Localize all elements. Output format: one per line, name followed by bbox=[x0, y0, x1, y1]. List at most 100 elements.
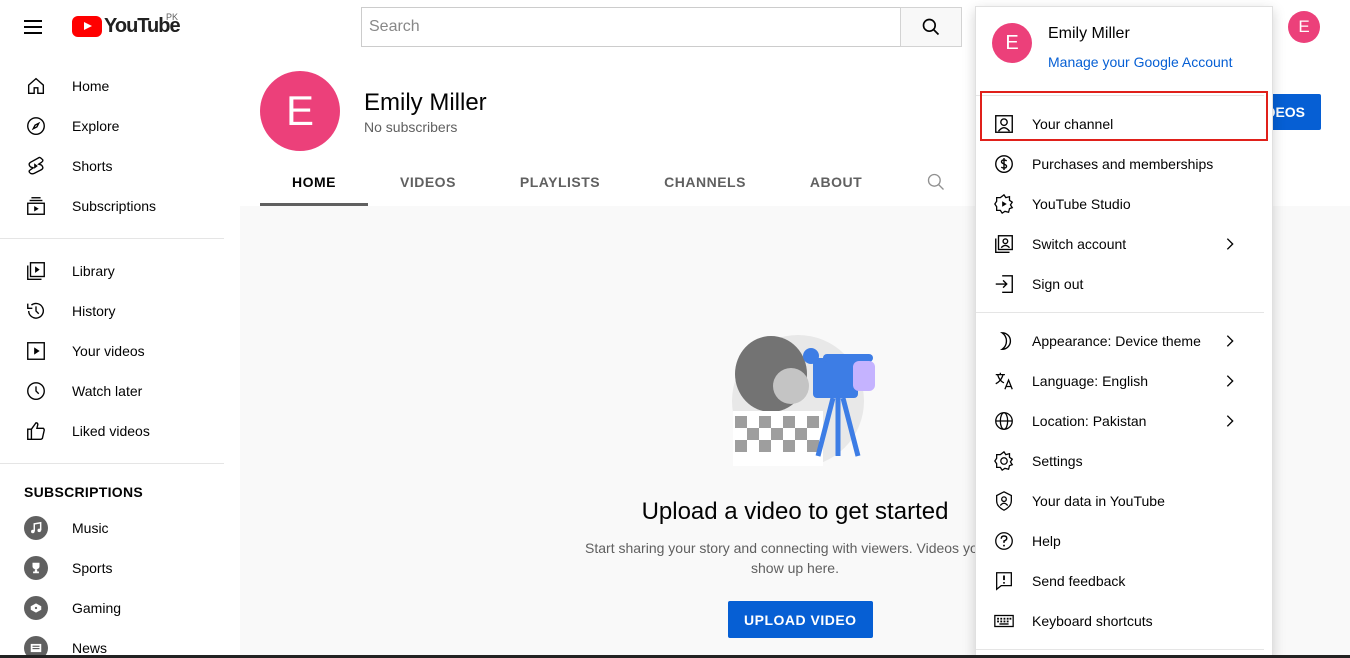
menu-item-label: Sign out bbox=[1032, 276, 1084, 292]
sidebar-item-gaming[interactable]: Gaming bbox=[0, 588, 240, 628]
shorts-icon bbox=[24, 154, 48, 178]
globe-icon bbox=[992, 409, 1016, 433]
subscriptions-icon bbox=[24, 194, 48, 218]
menu-divider bbox=[976, 312, 1264, 313]
sidebar-item-watch-later[interactable]: Watch later bbox=[0, 371, 240, 411]
sidebar-item-label: News bbox=[72, 640, 108, 656]
dollar-icon bbox=[992, 152, 1016, 176]
menu-item-label: Keyboard shortcuts bbox=[1032, 613, 1153, 629]
gamepad-icon bbox=[24, 596, 48, 620]
sidebar-item-label: Library bbox=[72, 263, 115, 279]
menu-item-help[interactable]: Help bbox=[976, 521, 1272, 561]
menu-item-send-feedback[interactable]: Send feedback bbox=[976, 561, 1272, 601]
upload-video-button[interactable]: UPLOAD VIDEO bbox=[728, 601, 873, 638]
sidebar-item-label: History bbox=[72, 303, 116, 319]
menu-item-sign-out[interactable]: Sign out bbox=[976, 264, 1272, 304]
account-menu-header: E Emily Miller Manage your Google Accoun… bbox=[976, 7, 1272, 87]
search-icon bbox=[928, 173, 945, 190]
sign-out-icon bbox=[992, 272, 1016, 296]
sidebar-item-label: Watch later bbox=[72, 383, 143, 399]
description-line-2: show up here. bbox=[751, 560, 839, 576]
sidebar-item-news[interactable]: News bbox=[0, 628, 240, 658]
menu-item-keyboard-shortcuts[interactable]: Keyboard shortcuts bbox=[976, 601, 1272, 641]
youtube-logo[interactable]: YouTube bbox=[72, 15, 181, 38]
home-icon bbox=[24, 74, 48, 98]
channel-name: Emily Miller bbox=[364, 89, 487, 116]
tab-home[interactable]: HOME bbox=[260, 158, 368, 206]
library-icon bbox=[24, 259, 48, 283]
youtube-play-icon bbox=[72, 16, 102, 37]
feedback-icon bbox=[992, 569, 1016, 593]
search-button[interactable] bbox=[900, 7, 962, 47]
menu-divider bbox=[976, 95, 1264, 96]
sidebar-item-label: Sports bbox=[72, 560, 113, 576]
trophy-icon bbox=[24, 556, 48, 580]
chevron-right-icon bbox=[1218, 329, 1242, 353]
camera-person-illustration bbox=[732, 335, 875, 466]
account-avatar-button[interactable]: E bbox=[1288, 11, 1320, 43]
sidebar-item-library[interactable]: Library bbox=[0, 251, 240, 291]
chevron-right-icon bbox=[1218, 369, 1242, 393]
sidebar-item-label: Gaming bbox=[72, 600, 122, 616]
sidebar-item-label: Explore bbox=[72, 118, 120, 134]
menu-item-label: Switch account bbox=[1032, 236, 1127, 252]
sidebar-item-your-videos[interactable]: Your videos bbox=[0, 331, 240, 371]
sidebar-item-label: Your videos bbox=[72, 343, 145, 359]
menu-item-label: Appearance: Device theme bbox=[1032, 333, 1201, 349]
sidebar-item-label: Liked videos bbox=[72, 423, 150, 439]
moon-icon bbox=[992, 329, 1016, 353]
menu-item-purchases[interactable]: Purchases and memberships bbox=[976, 144, 1272, 184]
channel-tabs: HOME VIDEOS PLAYLISTS CHANNELS ABOUT bbox=[260, 158, 960, 206]
sidebar-item-music[interactable]: Music bbox=[0, 508, 240, 548]
menu-item-switch-account[interactable]: Switch account bbox=[976, 224, 1272, 264]
menu-item-your-channel[interactable]: Your channel bbox=[976, 104, 1272, 144]
keyboard-icon bbox=[992, 609, 1016, 633]
sidebar-item-label: Shorts bbox=[72, 158, 113, 174]
chevron-right-icon bbox=[1218, 232, 1242, 256]
tab-videos[interactable]: VIDEOS bbox=[368, 158, 488, 206]
sidebar-item-home[interactable]: Home bbox=[0, 66, 240, 106]
menu-item-settings[interactable]: Settings bbox=[976, 441, 1272, 481]
sidebar: Home Explore Shorts Subscriptions Librar… bbox=[0, 56, 240, 658]
sidebar-item-shorts[interactable]: Shorts bbox=[0, 146, 240, 186]
menu-item-language[interactable]: Language: English bbox=[976, 361, 1272, 401]
chevron-right-icon bbox=[1218, 409, 1242, 433]
person-box-icon bbox=[992, 112, 1016, 136]
tab-about[interactable]: ABOUT bbox=[778, 158, 894, 206]
menu-item-label: Your data in YouTube bbox=[1032, 493, 1165, 509]
sidebar-item-explore[interactable]: Explore bbox=[0, 106, 240, 146]
sidebar-divider bbox=[0, 238, 224, 239]
menu-item-location[interactable]: Location: Pakistan bbox=[976, 401, 1272, 441]
sidebar-item-history[interactable]: History bbox=[0, 291, 240, 331]
menu-item-label: Purchases and memberships bbox=[1032, 156, 1214, 172]
menu-item-label: Send feedback bbox=[1032, 573, 1126, 589]
subscriptions-heading: SUBSCRIPTIONS bbox=[24, 484, 144, 500]
country-code: PK bbox=[166, 12, 179, 22]
sidebar-item-label: Home bbox=[72, 78, 110, 94]
search-icon bbox=[922, 18, 940, 36]
sidebar-item-liked-videos[interactable]: Liked videos bbox=[0, 411, 240, 451]
channel-search-button[interactable] bbox=[912, 158, 960, 206]
menu-item-your-data[interactable]: Your data in YouTube bbox=[976, 481, 1272, 521]
hamburger-menu-icon[interactable] bbox=[24, 17, 48, 37]
tab-channels[interactable]: CHANNELS bbox=[632, 158, 778, 206]
subscriber-count: No subscribers bbox=[364, 119, 458, 135]
menu-item-label: Location: Pakistan bbox=[1032, 413, 1147, 429]
manage-google-account-link[interactable]: Manage your Google Account bbox=[1048, 54, 1232, 70]
switch-account-icon bbox=[992, 232, 1016, 256]
tab-playlists[interactable]: PLAYLISTS bbox=[488, 158, 632, 206]
thumbs-up-icon bbox=[24, 419, 48, 443]
description-line-1: Start sharing your story and connecting … bbox=[585, 540, 1005, 556]
translate-icon bbox=[992, 369, 1016, 393]
music-icon bbox=[24, 516, 48, 540]
search-input[interactable] bbox=[361, 7, 900, 47]
menu-avatar: E bbox=[992, 23, 1032, 63]
sidebar-item-subscriptions[interactable]: Subscriptions bbox=[0, 186, 240, 226]
help-icon bbox=[992, 529, 1016, 553]
sidebar-item-sports[interactable]: Sports bbox=[0, 548, 240, 588]
search-bar bbox=[361, 7, 962, 47]
menu-item-label: Help bbox=[1032, 533, 1061, 549]
empty-state-description: Start sharing your story and connecting … bbox=[540, 538, 1050, 578]
menu-item-appearance[interactable]: Appearance: Device theme bbox=[976, 321, 1272, 361]
menu-item-youtube-studio[interactable]: YouTube Studio bbox=[976, 184, 1272, 224]
